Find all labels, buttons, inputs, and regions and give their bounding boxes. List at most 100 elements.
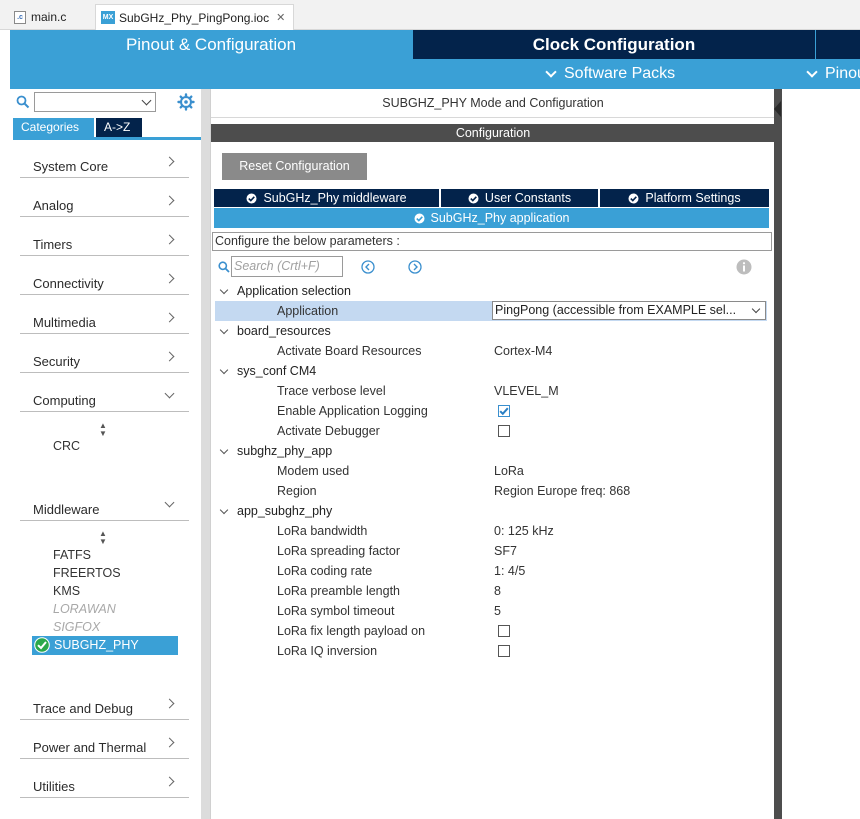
- param-key: Modem used: [277, 464, 350, 478]
- check-circle-icon: [34, 637, 50, 653]
- pinout-view-panel: [782, 89, 860, 819]
- tab-clock-configuration[interactable]: Clock Configuration: [413, 30, 815, 59]
- category-system-core[interactable]: System Core: [20, 150, 189, 178]
- param-row-lora-spreading-factor[interactable]: LoRa spreading factor SF7: [215, 541, 767, 561]
- group-application-selection[interactable]: Application selection: [219, 281, 351, 301]
- search-icon: [16, 95, 30, 109]
- panel-divider[interactable]: [774, 89, 782, 819]
- category-middleware[interactable]: Middleware: [20, 493, 189, 521]
- configuration-header: Configuration: [211, 124, 775, 142]
- param-row-lora-iq-inversion[interactable]: LoRa IQ inversion: [215, 641, 767, 661]
- category-connectivity[interactable]: Connectivity: [20, 267, 189, 295]
- tab-pinout-configuration[interactable]: Pinout & Configuration: [10, 30, 412, 59]
- param-value: SF7: [494, 544, 517, 558]
- editor-tab-ioc[interactable]: MX SubGHz_Phy_PingPong.ioc ✕: [95, 4, 295, 30]
- categories-panel: Categories A->Z System Core Analog Timer…: [10, 89, 201, 819]
- component-fatfs[interactable]: FATFS: [53, 548, 91, 562]
- category-security[interactable]: Security: [20, 345, 189, 373]
- category-label: Security: [33, 354, 80, 369]
- param-value: VLEVEL_M: [494, 384, 559, 398]
- chevron-down-icon: [219, 505, 229, 514]
- param-row-lora-bandwidth[interactable]: LoRa bandwidth 0: 125 kHz: [215, 521, 767, 541]
- param-row-activate-board-resources[interactable]: Activate Board Resources Cortex-M4: [215, 341, 767, 361]
- category-trace-and-debug[interactable]: Trace and Debug: [20, 692, 189, 720]
- param-value: 5: [494, 604, 501, 618]
- search-input[interactable]: [34, 92, 156, 112]
- tab-overflow[interactable]: [816, 30, 860, 59]
- tab-user-constants[interactable]: User Constants: [441, 189, 598, 207]
- group-board-resources[interactable]: board_resources: [219, 321, 331, 341]
- param-row-region[interactable]: Region Region Europe freq: 868: [215, 481, 767, 501]
- component-freertos[interactable]: FREERTOS: [53, 566, 121, 580]
- category-analog[interactable]: Analog: [20, 189, 189, 217]
- checkbox-unchecked[interactable]: [498, 645, 510, 657]
- checkbox-unchecked[interactable]: [498, 625, 510, 637]
- category-label: Analog: [33, 198, 74, 213]
- param-row-lora-coding-rate[interactable]: LoRa coding rate 1: 4/5: [215, 561, 767, 581]
- info-icon[interactable]: [736, 259, 752, 275]
- param-row-lora-preamble-length[interactable]: LoRa preamble length 8: [215, 581, 767, 601]
- check-circle-icon: [628, 193, 639, 203]
- sort-icon[interactable]: ▲ ▼: [99, 530, 107, 546]
- search-icon: [218, 261, 230, 273]
- reset-configuration-button[interactable]: Reset Configuration: [222, 153, 367, 180]
- tab-categories[interactable]: Categories: [13, 118, 94, 137]
- check-circle-icon: [246, 193, 257, 203]
- category-label: Trace and Debug: [33, 701, 133, 716]
- application-select[interactable]: PingPong (accessible from EXAMPLE sel...: [492, 301, 766, 320]
- category-label: Multimedia: [33, 315, 96, 330]
- parameters-label: Configure the below parameters :: [212, 232, 772, 251]
- gear-icon[interactable]: [177, 93, 195, 111]
- param-value: 1: 4/5: [494, 564, 526, 578]
- group-subghz-phy-app[interactable]: subghz_phy_app: [219, 441, 332, 461]
- sort-icon[interactable]: ▲ ▼: [99, 422, 107, 438]
- tab-subghz-phy-middleware[interactable]: SubGHz_Phy middleware: [214, 189, 439, 207]
- parameter-search-input[interactable]: Search (Crtl+F): [231, 256, 343, 277]
- param-row-lora-fix-length-payload[interactable]: LoRa fix length payload on: [215, 621, 767, 641]
- param-row-enable-application-logging[interactable]: Enable Application Logging: [215, 401, 767, 421]
- param-key: LoRa spreading factor: [277, 544, 400, 558]
- group-app-subghz-phy[interactable]: app_subghz_phy: [219, 501, 332, 521]
- category-multimedia[interactable]: Multimedia: [20, 306, 189, 334]
- editor-tab-main-c[interactable]: .c main.c: [14, 4, 66, 30]
- select-value: PingPong (accessible from EXAMPLE sel...: [495, 303, 737, 317]
- param-value: LoRa: [494, 464, 524, 478]
- tab-a-z[interactable]: A->Z: [96, 118, 142, 137]
- category-label: Middleware: [33, 502, 100, 517]
- component-crc[interactable]: CRC: [53, 439, 80, 453]
- category-label: System Core: [33, 159, 109, 174]
- param-key: LoRa fix length payload on: [277, 624, 426, 638]
- close-icon[interactable]: ✕: [276, 11, 285, 24]
- collapse-arrow-icon[interactable]: [774, 101, 781, 117]
- software-packs-label: Software Packs: [564, 65, 676, 82]
- chevron-right-icon: [164, 312, 175, 323]
- previous-icon[interactable]: [361, 260, 375, 274]
- category-power-and-thermal[interactable]: Power and Thermal: [20, 731, 189, 759]
- param-row-trace-verbose-level[interactable]: Trace verbose level VLEVEL_M: [215, 381, 767, 401]
- param-row-modem-used[interactable]: Modem used LoRa: [215, 461, 767, 481]
- param-key: Enable Application Logging: [277, 404, 428, 418]
- component-kms[interactable]: KMS: [53, 584, 80, 598]
- category-timers[interactable]: Timers: [20, 228, 189, 256]
- pinout-menu[interactable]: Pinout: [804, 65, 860, 83]
- chevron-down-icon: [219, 365, 229, 374]
- checkbox-checked[interactable]: [498, 405, 510, 417]
- category-computing[interactable]: Computing: [20, 384, 189, 412]
- tab-platform-settings[interactable]: Platform Settings: [600, 189, 769, 207]
- checkmark-icon: [499, 407, 509, 416]
- group-sys-conf-cm4[interactable]: sys_conf CM4: [219, 361, 316, 381]
- param-key: Application: [277, 304, 339, 318]
- category-utilities[interactable]: Utilities: [20, 770, 189, 798]
- param-key: Region: [277, 484, 317, 498]
- param-key: Trace verbose level: [277, 384, 386, 398]
- checkbox-unchecked[interactable]: [498, 425, 510, 437]
- component-subghz-phy[interactable]: SUBGHZ_PHY: [32, 636, 178, 655]
- tab-subghz-phy-application[interactable]: SubGHz_Phy application: [214, 208, 769, 228]
- software-packs-menu[interactable]: Software Packs: [543, 65, 675, 83]
- param-row-activate-debugger[interactable]: Activate Debugger: [215, 421, 767, 441]
- chevron-down-icon: [164, 388, 175, 399]
- next-icon[interactable]: [408, 260, 422, 274]
- param-row-lora-symbol-timeout[interactable]: LoRa symbol timeout 5: [215, 601, 767, 621]
- category-label: Utilities: [33, 779, 75, 794]
- scrollbar[interactable]: [201, 89, 210, 819]
